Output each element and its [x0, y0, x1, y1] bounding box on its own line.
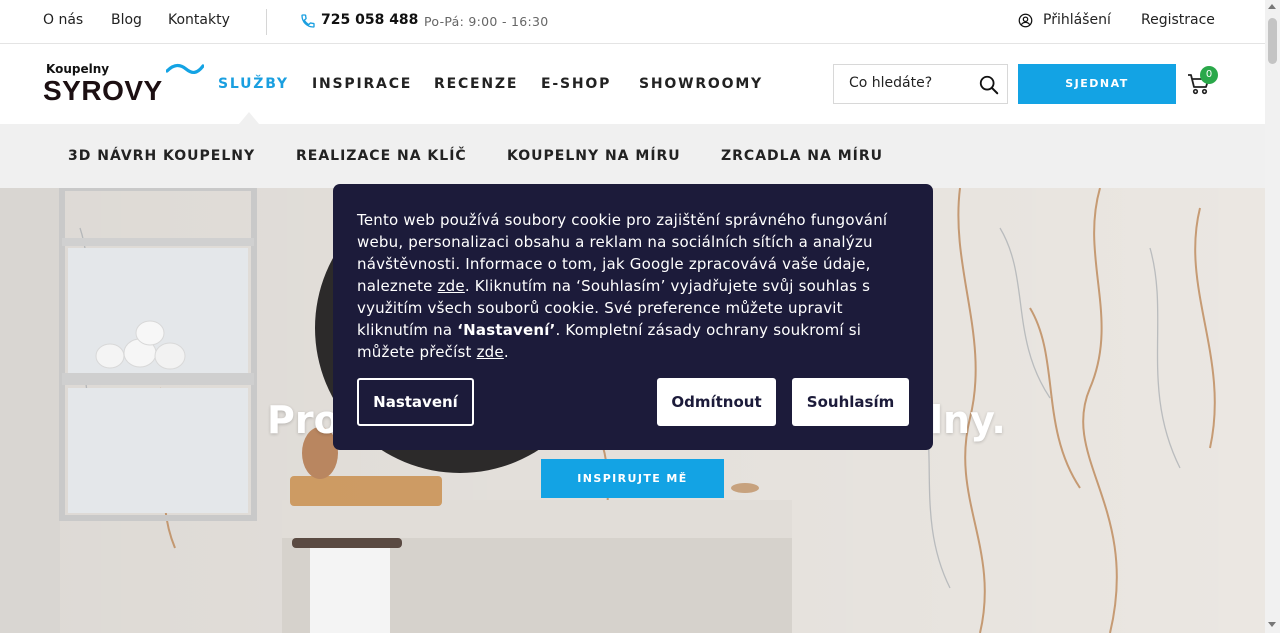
nav-reviews[interactable]: RECENZE: [434, 76, 518, 92]
cookie-text-part: .: [503, 343, 509, 361]
hero-title-left: Pro: [267, 398, 340, 442]
opening-hours: Po-Pá: 9:00 - 16:30: [424, 14, 549, 29]
submenu-caret: [239, 112, 259, 124]
submenu-custom-mirrors[interactable]: ZRCADLA NA MÍRU: [721, 148, 883, 164]
cookie-text: Tento web používá soubory cookie pro zaj…: [357, 209, 909, 363]
divider: [266, 9, 267, 35]
scroll-up-arrow[interactable]: [1268, 4, 1276, 9]
link-about[interactable]: O nás: [43, 12, 83, 28]
cookie-reject-button[interactable]: Odmítnout: [657, 378, 776, 426]
logo-big-text: SYROVY: [43, 75, 163, 106]
phone-icon: [301, 14, 315, 28]
privacy-policy-link[interactable]: zde: [477, 343, 504, 361]
nav-eshop[interactable]: E-SHOP: [541, 76, 611, 92]
scroll-down-arrow[interactable]: [1268, 622, 1276, 627]
submenu-turnkey[interactable]: REALIZACE NA KLÍČ: [296, 148, 467, 164]
book-appointment-button[interactable]: SJEDNAT: [1018, 64, 1176, 104]
services-submenu: 3D NÁVRH KOUPELNY REALIZACE NA KLÍČ KOUP…: [0, 124, 1265, 188]
register-link[interactable]: Registrace: [1141, 12, 1215, 28]
phone-number[interactable]: 725 058 488: [321, 12, 418, 28]
search-icon[interactable]: [978, 74, 1000, 96]
user-icon: [1018, 13, 1033, 28]
search-box: [833, 64, 1008, 104]
logo-wave-icon: [166, 63, 204, 74]
login-link[interactable]: Přihlášení: [1043, 12, 1111, 28]
main-header: Koupelny SYROVY SLUŽBY INSPIRACE RECENZE…: [0, 44, 1265, 124]
cart-count-badge: 0: [1200, 66, 1218, 84]
nav-services[interactable]: SLUŽBY: [218, 76, 289, 92]
logo-small-text: Koupelny: [46, 62, 110, 76]
scrollbar-thumb[interactable]: [1268, 18, 1277, 64]
submenu-3d-design[interactable]: 3D NÁVRH KOUPELNY: [68, 148, 255, 164]
page-scrollbar[interactable]: [1265, 0, 1280, 633]
cookie-settings-button[interactable]: Nastavení: [357, 378, 474, 426]
cookie-accept-button[interactable]: Souhlasím: [792, 378, 909, 426]
cookie-consent-dialog: Tento web používá soubory cookie pro zaj…: [333, 184, 933, 450]
nav-inspiration[interactable]: INSPIRACE: [312, 76, 412, 92]
hero-title-right: lny.: [930, 398, 1006, 442]
privacy-link-google[interactable]: zde: [438, 277, 465, 295]
top-bar: O nás Blog Kontakty 725 058 488 Po-Pá: 9…: [0, 0, 1265, 44]
search-input[interactable]: [849, 75, 969, 91]
link-blog[interactable]: Blog: [111, 12, 142, 28]
submenu-custom-bathrooms[interactable]: KOUPELNY NA MÍRU: [507, 148, 681, 164]
nav-showrooms[interactable]: SHOWROOMY: [639, 76, 763, 92]
link-contacts[interactable]: Kontakty: [168, 12, 230, 28]
inspire-me-button[interactable]: INSPIRUJTE MĚ: [541, 459, 724, 498]
cookie-settings-reference: ‘Nastavení’: [457, 321, 556, 339]
